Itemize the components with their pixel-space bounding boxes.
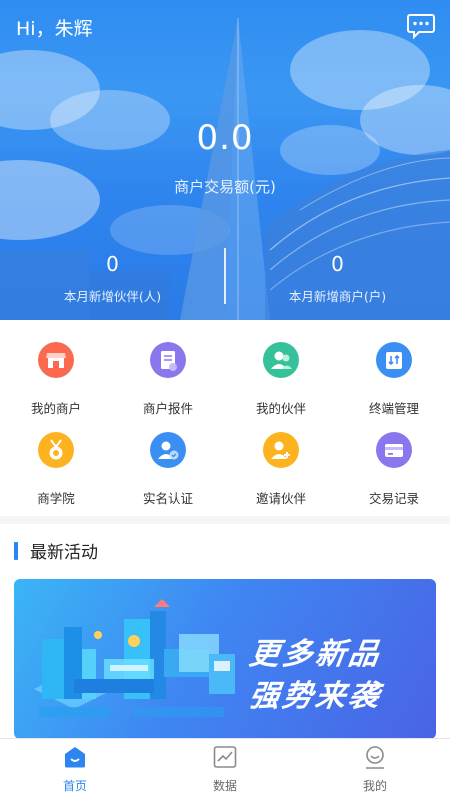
- promo-banner[interactable]: 更多新品 强势来袭: [14, 579, 436, 739]
- nav-label: 我的: [362, 779, 387, 793]
- menu-item-my-merchants[interactable]: 我的商户: [0, 320, 112, 416]
- new-merchants-stat: 0 本月新增商户(户): [225, 252, 450, 305]
- menu-item-my-partners[interactable]: 我的伙伴: [225, 320, 337, 416]
- shop-icon: [38, 342, 74, 378]
- terminal-icon: [376, 342, 412, 378]
- section-title: 最新活动: [30, 543, 98, 563]
- menu-label: 交易记录: [368, 491, 419, 506]
- latest-activities-section: 最新活动 更多新品 强势来袭: [0, 524, 450, 739]
- section-accent-bar: [14, 542, 18, 560]
- partners-icon: [263, 342, 299, 378]
- nav-label: 首页: [62, 779, 87, 793]
- menu-label: 邀请伙伴: [255, 491, 306, 506]
- banner-headline-1: 更多新品: [247, 637, 384, 672]
- transaction-amount: 0.0: [196, 118, 254, 158]
- verified-user-icon: [150, 432, 186, 468]
- invite-user-icon: [263, 432, 299, 468]
- new-partners-stat: 0 本月新增伙伴(人): [0, 252, 225, 305]
- menu-item-transaction-records[interactable]: 交易记录: [338, 410, 450, 506]
- menu-item-business-school[interactable]: 商学院: [0, 410, 112, 506]
- greeting-text: Hi，朱辉: [16, 18, 93, 40]
- nav-label: 数据: [212, 779, 237, 793]
- menu-item-real-name-verification[interactable]: 实名认证: [112, 410, 224, 506]
- chart-icon: [213, 746, 237, 768]
- menu-item-terminal-management[interactable]: 终端管理: [338, 320, 450, 416]
- new-merchants-count: 0: [331, 252, 344, 276]
- chat-bubble-icon: [407, 14, 435, 40]
- banner-headline-2: 强势来袭: [247, 679, 384, 714]
- card-icon: [376, 432, 412, 468]
- new-partners-count: 0: [106, 252, 119, 276]
- nav-tab-home[interactable]: 首页: [0, 739, 150, 800]
- menu-item-merchant-application[interactable]: 商户报件: [112, 320, 224, 416]
- bottom-navigation-bar: 首页 数据 我的: [0, 738, 450, 800]
- new-merchants-label: 本月新增商户(户): [288, 289, 387, 304]
- medal-icon: [38, 432, 74, 468]
- profile-icon: [366, 746, 384, 769]
- new-partners-label: 本月新增伙伴(人): [63, 289, 162, 304]
- message-button[interactable]: [406, 12, 436, 40]
- home-icon: [65, 747, 85, 768]
- document-icon: [150, 342, 186, 378]
- menu-label: 商学院: [37, 491, 75, 506]
- nav-tab-data[interactable]: 数据: [150, 739, 300, 800]
- header-banner: Hi，朱辉 0.0 商户交易额(元) 0 本月新增伙伴(人) 0 本月新增商户(…: [0, 0, 450, 320]
- nav-tab-mine[interactable]: 我的: [300, 739, 450, 800]
- menu-label: 实名认证: [142, 491, 193, 506]
- menu-item-invite-partner[interactable]: 邀请伙伴: [225, 410, 337, 506]
- transaction-amount-label: 商户交易额(元): [174, 178, 276, 196]
- function-menu-grid: 我的商户 商户报件 我的伙伴 终端管理 商学院 实名认证 邀请伙伴 交易记录: [0, 320, 450, 516]
